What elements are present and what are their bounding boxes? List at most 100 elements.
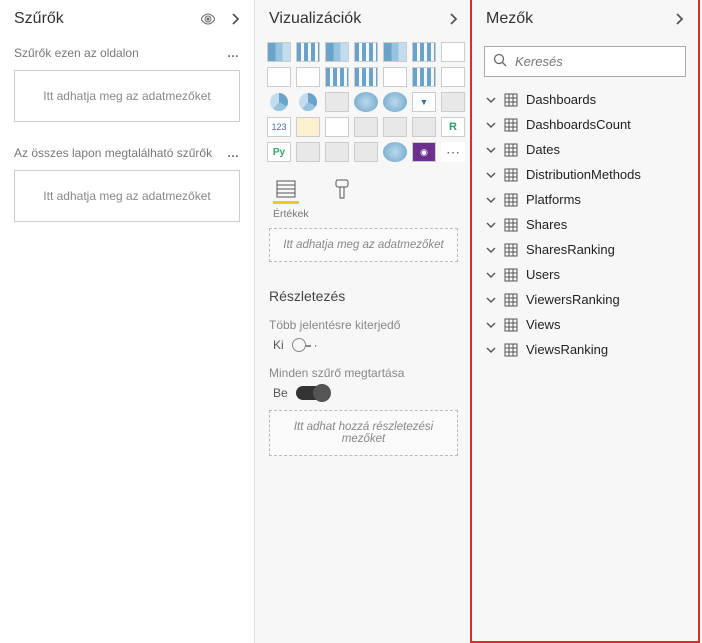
field-table-dashboards[interactable]: Dashboards: [482, 87, 688, 112]
field-label: Dashboards: [526, 92, 596, 107]
table-icon: [504, 193, 518, 207]
viz-scatter-icon[interactable]: [441, 67, 465, 87]
all-pages-filters-dropzone[interactable]: Itt adhatja meg az adatmezőket: [14, 170, 240, 222]
field-table-users[interactable]: Users: [482, 262, 688, 287]
page-filters-label: Szűrők ezen az oldalon …: [0, 36, 254, 66]
table-icon: [504, 118, 518, 132]
viz-more-icon[interactable]: ⋯: [441, 142, 465, 162]
show-filters-icon[interactable]: [200, 13, 216, 25]
viz-slicer-icon[interactable]: [354, 117, 378, 137]
viz-r-icon[interactable]: R: [441, 117, 465, 137]
viz-qa-icon[interactable]: [354, 142, 378, 162]
viz-line-stacked-icon[interactable]: [354, 67, 378, 87]
filters-title: Szűrők: [14, 10, 200, 28]
viz-table-icon[interactable]: [383, 117, 407, 137]
expand-icon[interactable]: [486, 245, 496, 255]
field-table-views[interactable]: Views: [482, 312, 688, 337]
values-section-label: Értékek: [255, 204, 472, 224]
field-table-viewsranking[interactable]: ViewsRanking: [482, 337, 688, 362]
expand-icon[interactable]: [486, 295, 496, 305]
field-label: Shares: [526, 217, 567, 232]
format-tab[interactable]: [329, 178, 355, 204]
viz-header: Vizualizációk: [255, 0, 472, 36]
expand-icon[interactable]: [486, 95, 496, 105]
page-filters-menu-icon[interactable]: …: [227, 46, 240, 60]
field-label: Dates: [526, 142, 560, 157]
viz-powerapps-icon[interactable]: ◉: [412, 142, 436, 162]
viz-gauge-icon[interactable]: [441, 92, 465, 112]
field-table-viewersranking[interactable]: ViewersRanking: [482, 287, 688, 312]
viz-filled-map-icon[interactable]: [383, 92, 407, 112]
keep-filters-toggle[interactable]: Be: [255, 384, 472, 406]
viz-line-clustered-icon[interactable]: [325, 67, 349, 87]
viz-pie-icon[interactable]: [270, 93, 288, 111]
field-table-sharesranking[interactable]: SharesRanking: [482, 237, 688, 262]
expand-icon[interactable]: [486, 120, 496, 130]
expand-icon[interactable]: [486, 270, 496, 280]
drillthrough-dropzone[interactable]: Itt adhat hozzá részletezési mezőket: [269, 410, 458, 456]
viz-map-icon[interactable]: [354, 92, 378, 112]
fields-tab[interactable]: [273, 178, 299, 204]
collapse-filters-icon[interactable]: [230, 12, 240, 26]
field-table-dashboardscount[interactable]: DashboardsCount: [482, 112, 688, 137]
field-label: Platforms: [526, 192, 581, 207]
expand-icon[interactable]: [486, 145, 496, 155]
field-table-shares[interactable]: Shares: [482, 212, 688, 237]
table-icon: [504, 143, 518, 157]
field-label: SharesRanking: [526, 242, 615, 257]
collapse-fields-icon[interactable]: [674, 12, 684, 26]
table-icon: [504, 343, 518, 357]
viz-decomposition-icon[interactable]: [325, 142, 349, 162]
viz-card-icon[interactable]: 123: [267, 117, 291, 137]
viz-stacked-column-icon[interactable]: [296, 42, 320, 62]
fields-search[interactable]: [484, 46, 686, 77]
viz-python-icon[interactable]: Py: [267, 142, 291, 162]
viz-kpi-icon[interactable]: [325, 117, 349, 137]
expand-icon[interactable]: [486, 220, 496, 230]
viz-arcgis-icon[interactable]: [383, 142, 407, 162]
page-filters-dropzone[interactable]: Itt adhatja meg az adatmezőket: [14, 70, 240, 122]
filters-pane: Szűrők Szűrők ezen az oldalon … Itt adha…: [0, 0, 255, 643]
field-label: ViewersRanking: [526, 292, 620, 307]
viz-100-stacked-column-icon[interactable]: [412, 42, 436, 62]
viz-funnel-icon[interactable]: ▼: [412, 92, 436, 112]
field-label: ViewsRanking: [526, 342, 608, 357]
field-table-platforms[interactable]: Platforms: [482, 187, 688, 212]
expand-icon[interactable]: [486, 195, 496, 205]
table-icon: [504, 293, 518, 307]
viz-stacked-area-icon[interactable]: [296, 67, 320, 87]
viz-gallery: ▼ 123 R Py ◉ ⋯: [255, 36, 472, 172]
field-table-distributionmethods[interactable]: DistributionMethods: [482, 162, 688, 187]
field-label: DashboardsCount: [526, 117, 631, 132]
viz-clustered-column-icon[interactable]: [354, 42, 378, 62]
table-icon: [504, 218, 518, 232]
viz-waterfall-icon[interactable]: [412, 67, 436, 87]
cross-report-toggle[interactable]: Ki ·: [255, 336, 472, 358]
viz-treemap-icon[interactable]: [325, 92, 349, 112]
values-dropzone[interactable]: Itt adhatja meg az adatmezőket: [269, 228, 458, 262]
viz-stacked-bar-icon[interactable]: [267, 42, 291, 62]
all-pages-filters-menu-icon[interactable]: …: [227, 146, 240, 160]
viz-area-icon[interactable]: [267, 67, 291, 87]
expand-icon[interactable]: [486, 170, 496, 180]
viz-donut-icon[interactable]: [299, 93, 317, 111]
viz-ribbon-icon[interactable]: [383, 67, 407, 87]
fields-pane: Mezők DashboardsDashboardsCountDatesDist…: [472, 0, 702, 643]
field-table-dates[interactable]: Dates: [482, 137, 688, 162]
viz-clustered-bar-icon[interactable]: [325, 42, 349, 62]
table-icon: [504, 243, 518, 257]
cross-report-label: Több jelentésre kiterjedő: [255, 310, 472, 336]
collapse-viz-icon[interactable]: [448, 12, 458, 26]
field-label: DistributionMethods: [526, 167, 641, 182]
expand-icon[interactable]: [486, 345, 496, 355]
search-input[interactable]: [515, 54, 693, 69]
viz-key-influencers-icon[interactable]: [296, 142, 320, 162]
field-label: Users: [526, 267, 560, 282]
viz-100-stacked-bar-icon[interactable]: [383, 42, 407, 62]
viz-multi-card-icon[interactable]: [296, 117, 320, 137]
expand-icon[interactable]: [486, 320, 496, 330]
viz-line-icon[interactable]: [441, 42, 465, 62]
fields-list: Dashboards DashboardsCount Dates Distributi…: [472, 87, 698, 362]
viz-matrix-icon[interactable]: [412, 117, 436, 137]
visualizations-pane: Vizualizációk ▼ 123: [255, 0, 472, 643]
